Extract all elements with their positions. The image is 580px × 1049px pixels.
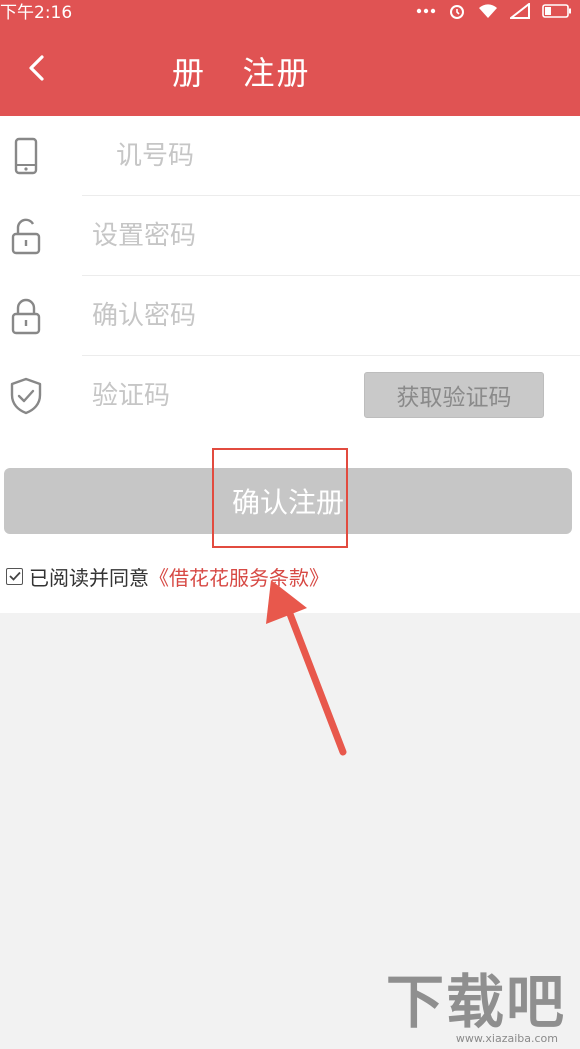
annotation-arrow-icon (266, 580, 347, 756)
watermark-logo: 下载吧 (385, 968, 566, 1036)
watermark-url: www.xiazaiba.com (455, 1032, 558, 1045)
